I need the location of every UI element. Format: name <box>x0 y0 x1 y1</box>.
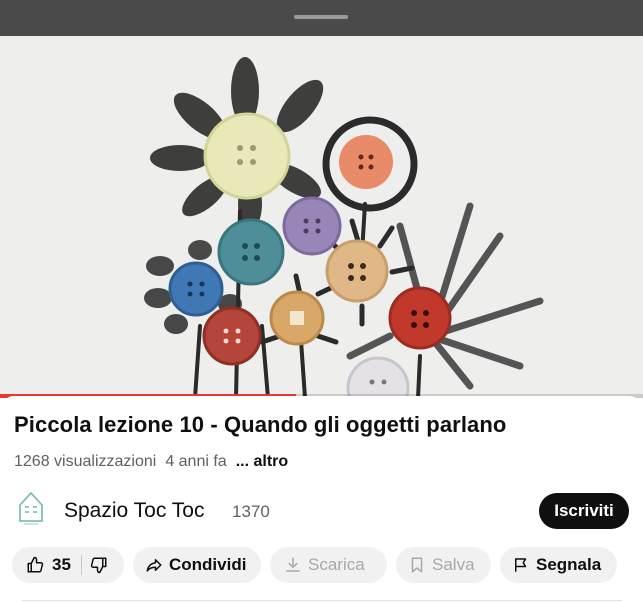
drag-handle[interactable] <box>294 15 348 19</box>
subscribe-button[interactable]: Iscriviti <box>539 493 629 529</box>
report-button[interactable]: Segnala <box>500 547 617 583</box>
like-divider <box>80 555 82 575</box>
channel-avatar[interactable] <box>16 491 46 527</box>
subscriber-count: 1370 <box>232 502 270 521</box>
like-dislike-group: 35 <box>12 547 124 583</box>
bookmark-icon <box>408 556 426 574</box>
upload-age: 4 anni fa <box>165 453 227 470</box>
download-label: Scarica <box>308 555 365 574</box>
video-frame-artwork <box>0 36 643 398</box>
report-label: Segnala <box>536 555 602 574</box>
save-button[interactable]: Salva <box>396 547 491 583</box>
view-count: 1268 visualizzazioni <box>14 453 157 470</box>
thumbs-down-icon[interactable] <box>90 556 108 574</box>
video-title[interactable]: Piccola lezione 10 - Quando gli oggetti … <box>14 412 506 438</box>
video-player[interactable] <box>0 36 643 398</box>
more-link[interactable]: ... altro <box>236 453 288 470</box>
share-button[interactable]: Condividi <box>133 547 261 583</box>
video-metadata[interactable]: 1268 visualizzazioni 4 anni fa ... altro <box>14 453 288 471</box>
share-arrow-icon <box>145 556 163 574</box>
download-icon <box>284 556 302 574</box>
flag-icon <box>512 556 530 574</box>
like-count[interactable]: 35 <box>52 555 71 575</box>
thumbs-up-icon[interactable] <box>26 556 44 574</box>
save-label: Salva <box>432 555 475 574</box>
channel-name[interactable]: Spazio Toc Toc <box>64 499 204 523</box>
share-label: Condividi <box>169 555 247 574</box>
download-button[interactable]: Scarica <box>270 547 387 583</box>
top-bar <box>0 0 643 36</box>
divider <box>22 600 622 601</box>
house-logo-icon <box>19 491 43 525</box>
